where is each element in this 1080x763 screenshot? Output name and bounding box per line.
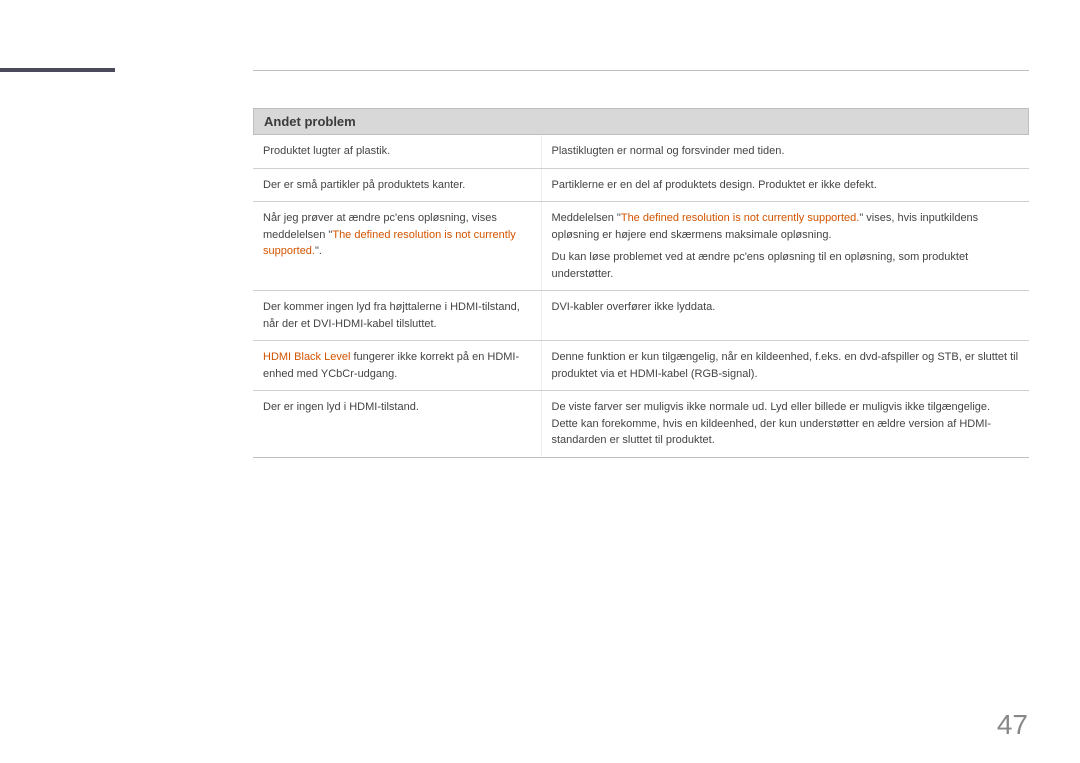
text-span: ". — [315, 245, 322, 257]
answer-cell: Denne funktion er kun tilgængelig, når e… — [541, 341, 1029, 391]
issue-cell: Produktet lugter af plastik. — [253, 135, 541, 168]
answer-cell: DVI-kabler overfører ikke lyddata. — [541, 291, 1029, 341]
text-span: Der er små partikler på produktets kante… — [263, 179, 465, 191]
issue-cell: HDMI Black Level fungerer ikke korrekt p… — [253, 341, 541, 391]
table-row: Produktet lugter af plastik. Plastiklugte… — [253, 135, 1029, 168]
answer-paragraph: Meddelelsen "The defined resolution is n… — [552, 210, 1020, 243]
answer-cell: Partiklerne er en del af produktets desi… — [541, 168, 1029, 202]
answer-cell: De viste farver ser muligvis ikke normal… — [541, 391, 1029, 458]
text-span: Plastiklugten er normal og forsvinder me… — [552, 145, 785, 157]
issue-cell: Der er små partikler på produktets kante… — [253, 168, 541, 202]
answer-cell: Plastiklugten er normal og forsvinder me… — [541, 135, 1029, 168]
troubleshooting-table: Produktet lugter af plastik. Plastiklugte… — [253, 135, 1029, 458]
text-span: Partiklerne er en del af produktets desi… — [552, 179, 877, 191]
table-row: HDMI Black Level fungerer ikke korrekt p… — [253, 341, 1029, 391]
top-horizontal-rule — [253, 70, 1029, 71]
accent-bar — [0, 68, 115, 72]
text-span: DVI-kabler overfører ikke lyddata. — [552, 301, 716, 313]
text-span: Denne funktion er kun tilgængelig, når e… — [552, 351, 1019, 380]
page-number: 47 — [997, 709, 1028, 741]
table-row: Når jeg prøver at ændre pc'ens opløsning… — [253, 202, 1029, 291]
issue-cell: Der er ingen lyd i HDMI-tilstand. — [253, 391, 541, 458]
table-row: Der er ingen lyd i HDMI-tilstand. De vist… — [253, 391, 1029, 458]
table-row: Der kommer ingen lyd fra højttalerne i H… — [253, 291, 1029, 341]
text-span: The defined resolution is not currently … — [621, 212, 859, 224]
answer-paragraph: Du kan løse problemet ved at ændre pc'en… — [552, 249, 1020, 282]
text-span: De viste farver ser muligvis ikke normal… — [552, 401, 992, 446]
issue-cell: Der kommer ingen lyd fra højttalerne i H… — [253, 291, 541, 341]
answer-cell: Meddelelsen "The defined resolution is n… — [541, 202, 1029, 291]
text-span: Produktet lugter af plastik. — [263, 145, 390, 157]
text-span: HDMI Black Level — [263, 351, 350, 363]
table-row: Der er små partikler på produktets kante… — [253, 168, 1029, 202]
text-span: Du kan løse problemet ved at ændre pc'en… — [552, 251, 969, 280]
text-span: Meddelelsen " — [552, 212, 621, 224]
main-content: Andet problem Produktet lugter af plasti… — [253, 108, 1029, 458]
text-span: Der er ingen lyd i HDMI-tilstand. — [263, 401, 419, 413]
issue-cell: Når jeg prøver at ændre pc'ens opløsning… — [253, 202, 541, 291]
text-span: Der kommer ingen lyd fra højttalerne i H… — [263, 301, 520, 330]
section-header: Andet problem — [253, 108, 1029, 135]
